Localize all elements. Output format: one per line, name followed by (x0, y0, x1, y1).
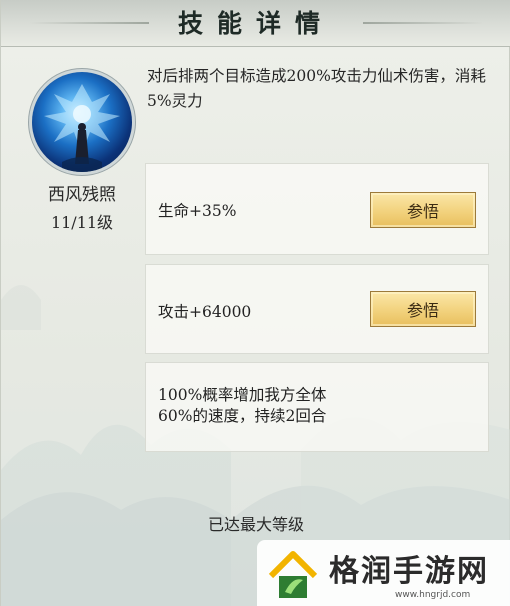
bonus-card-speed: 100%概率增加我方全体 60%的速度，持续2回合 (145, 362, 489, 452)
comprehend-button-hp[interactable]: 参悟 (370, 192, 476, 228)
bonus-label-attack: 攻击+64000 (158, 303, 252, 321)
bonus-text-line-1: 100%概率增加我方全体 (158, 386, 327, 404)
page-title: 技能详情 (177, 9, 334, 38)
bonus-card-hp: 生命+35% 参悟 (145, 163, 489, 255)
skill-name: 西风残照 (48, 185, 116, 205)
watermark-logo-icon (268, 551, 318, 598)
bonus-label-hp: 生命+35% (158, 202, 237, 220)
comprehend-button-attack[interactable]: 参悟 (370, 291, 476, 327)
site-watermark: 格润手游网 www.hngrjd.com (257, 540, 510, 606)
max-level-status: 已达最大等级 (207, 515, 304, 534)
watermark-url: www.hngrjd.com (395, 590, 471, 600)
watermark-name: 格润手游网 (329, 554, 489, 589)
bonus-text-speed: 100%概率增加我方全体 60%的速度，持续2回合 (158, 385, 478, 427)
panel-header: 技能详情 (1, 0, 510, 47)
spirit-beast-icon (32, 72, 132, 172)
skill-level: 11/11级 (50, 213, 114, 232)
skill-description: 对后排两个目标造成200%攻击力仙术伤害，消耗5%灵力 (147, 67, 486, 110)
bonus-text-line-2: 60%的速度，持续2回合 (158, 407, 327, 425)
skill-detail-panel: 技能详情 西风残照 11/11级 对后排两个目标造成200%攻击力仙术伤害，消耗… (0, 0, 510, 606)
bonus-card-attack: 攻击+64000 参悟 (145, 264, 489, 354)
